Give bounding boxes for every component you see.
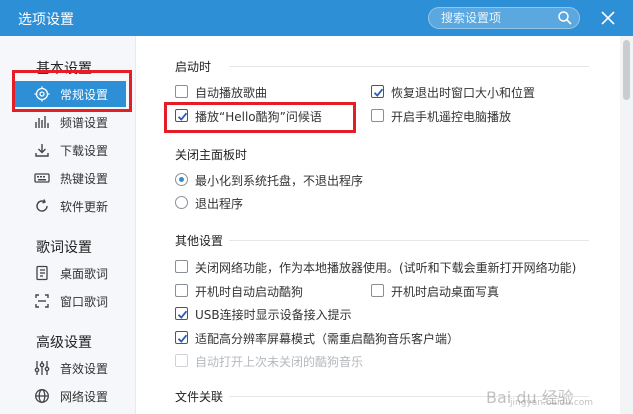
close-icon[interactable]: [598, 8, 618, 28]
highlight-box: [12, 70, 132, 112]
radio-label: 最小化到系统托盘，不退出程序: [195, 174, 364, 188]
window-lyrics-icon: [34, 293, 50, 309]
sidebar-item-label: 热键设置: [60, 172, 109, 186]
watermark-url: jingyan.baidu.com: [510, 398, 594, 408]
sidebar-item-hotkeys[interactable]: 热键设置: [14, 165, 126, 191]
checkbox-label: 适配高分辨率屏幕模式（需重启酷狗音乐客户端）: [195, 332, 460, 346]
checkbox-label: USB连接时显示设备接入提示: [195, 308, 352, 322]
keyboard-icon: [34, 170, 50, 186]
sidebar-item-label: 窗口歌词: [60, 295, 109, 309]
checkbox-disabled: [175, 354, 188, 367]
sidebar-item-label: 音效设置: [60, 362, 109, 376]
sidebar-item-sound-effects[interactable]: 音效设置: [14, 355, 126, 381]
section-title-other: 其他设置: [175, 234, 224, 248]
title-bar: 选项设置: [0, 0, 633, 36]
scrollbar-thumb[interactable]: [623, 40, 630, 100]
sidebar-item-download[interactable]: 下载设置: [14, 137, 126, 163]
group-title-lyrics: 歌词设置: [36, 240, 92, 256]
checkbox-label: 开机时启动桌面写真: [391, 285, 500, 299]
scrollbar[interactable]: [620, 36, 633, 414]
checkbox-label: 恢复退出时窗口大小和位置: [391, 86, 536, 100]
section-title-close-panel: 关闭主面板时: [175, 148, 248, 162]
section-title-startup: 启动时: [175, 60, 212, 74]
checkbox[interactable]: [175, 260, 188, 273]
checkbox-label: 开机时自动启动酷狗: [195, 285, 304, 299]
sidebar-item-label: 下载设置: [60, 144, 109, 158]
equalizer-icon: [34, 360, 50, 376]
highlight-box: [164, 102, 356, 133]
sidebar-item-update[interactable]: 软件更新: [14, 193, 126, 219]
spectrum-icon: [34, 114, 50, 130]
checkbox[interactable]: [175, 85, 188, 98]
sidebar-item-label: 频谱设置: [60, 116, 109, 130]
download-icon: [34, 142, 50, 158]
radio[interactable]: [175, 196, 188, 209]
search-box[interactable]: [428, 7, 580, 29]
section-title-file-association: 文件关联: [175, 390, 224, 404]
radio-selected[interactable]: [175, 173, 188, 186]
desktop-lyrics-icon: [34, 265, 50, 281]
sidebar-item-label: 网络设置: [60, 390, 109, 404]
section-divider: [229, 66, 589, 67]
checkbox-checked[interactable]: [175, 331, 188, 344]
sidebar-item-network[interactable]: 网络设置: [14, 383, 126, 409]
search-input[interactable]: [441, 10, 556, 26]
group-title-advanced: 高级设置: [36, 335, 92, 351]
checkbox-checked[interactable]: [371, 85, 384, 98]
search-icon[interactable]: [557, 10, 573, 26]
sidebar-item-label: 桌面歌词: [60, 267, 109, 281]
checkbox-label: 开启手机遥控电脑播放: [391, 110, 512, 124]
update-icon: [34, 198, 50, 214]
checkbox[interactable]: [371, 109, 384, 122]
checkbox-label: 自动播放歌曲: [195, 86, 268, 100]
network-icon: [34, 388, 50, 404]
checkbox-label: 自动打开上次未关闭的酷狗音乐: [195, 355, 364, 369]
sidebar-item-window-lyrics[interactable]: 窗口歌词: [14, 288, 126, 314]
section-divider: [229, 240, 589, 241]
window-title: 选项设置: [18, 12, 74, 28]
sidebar-item-spectrum[interactable]: 频谱设置: [14, 109, 126, 135]
checkbox[interactable]: [175, 284, 188, 297]
checkbox-checked[interactable]: [175, 307, 188, 320]
sidebar-item-label: 软件更新: [60, 200, 109, 214]
checkbox[interactable]: [371, 284, 384, 297]
settings-content: 启动时 自动播放歌曲 恢复退出时窗口大小和位置 播放“Hello酷狗”问候语 开…: [137, 36, 617, 414]
sidebar-item-desktop-lyrics[interactable]: 桌面歌词: [14, 260, 126, 286]
checkbox-label: 关闭网络功能，作为本地播放器使用。(试听和下载会重新打开网络功能): [195, 261, 577, 275]
radio-label: 退出程序: [195, 197, 244, 211]
